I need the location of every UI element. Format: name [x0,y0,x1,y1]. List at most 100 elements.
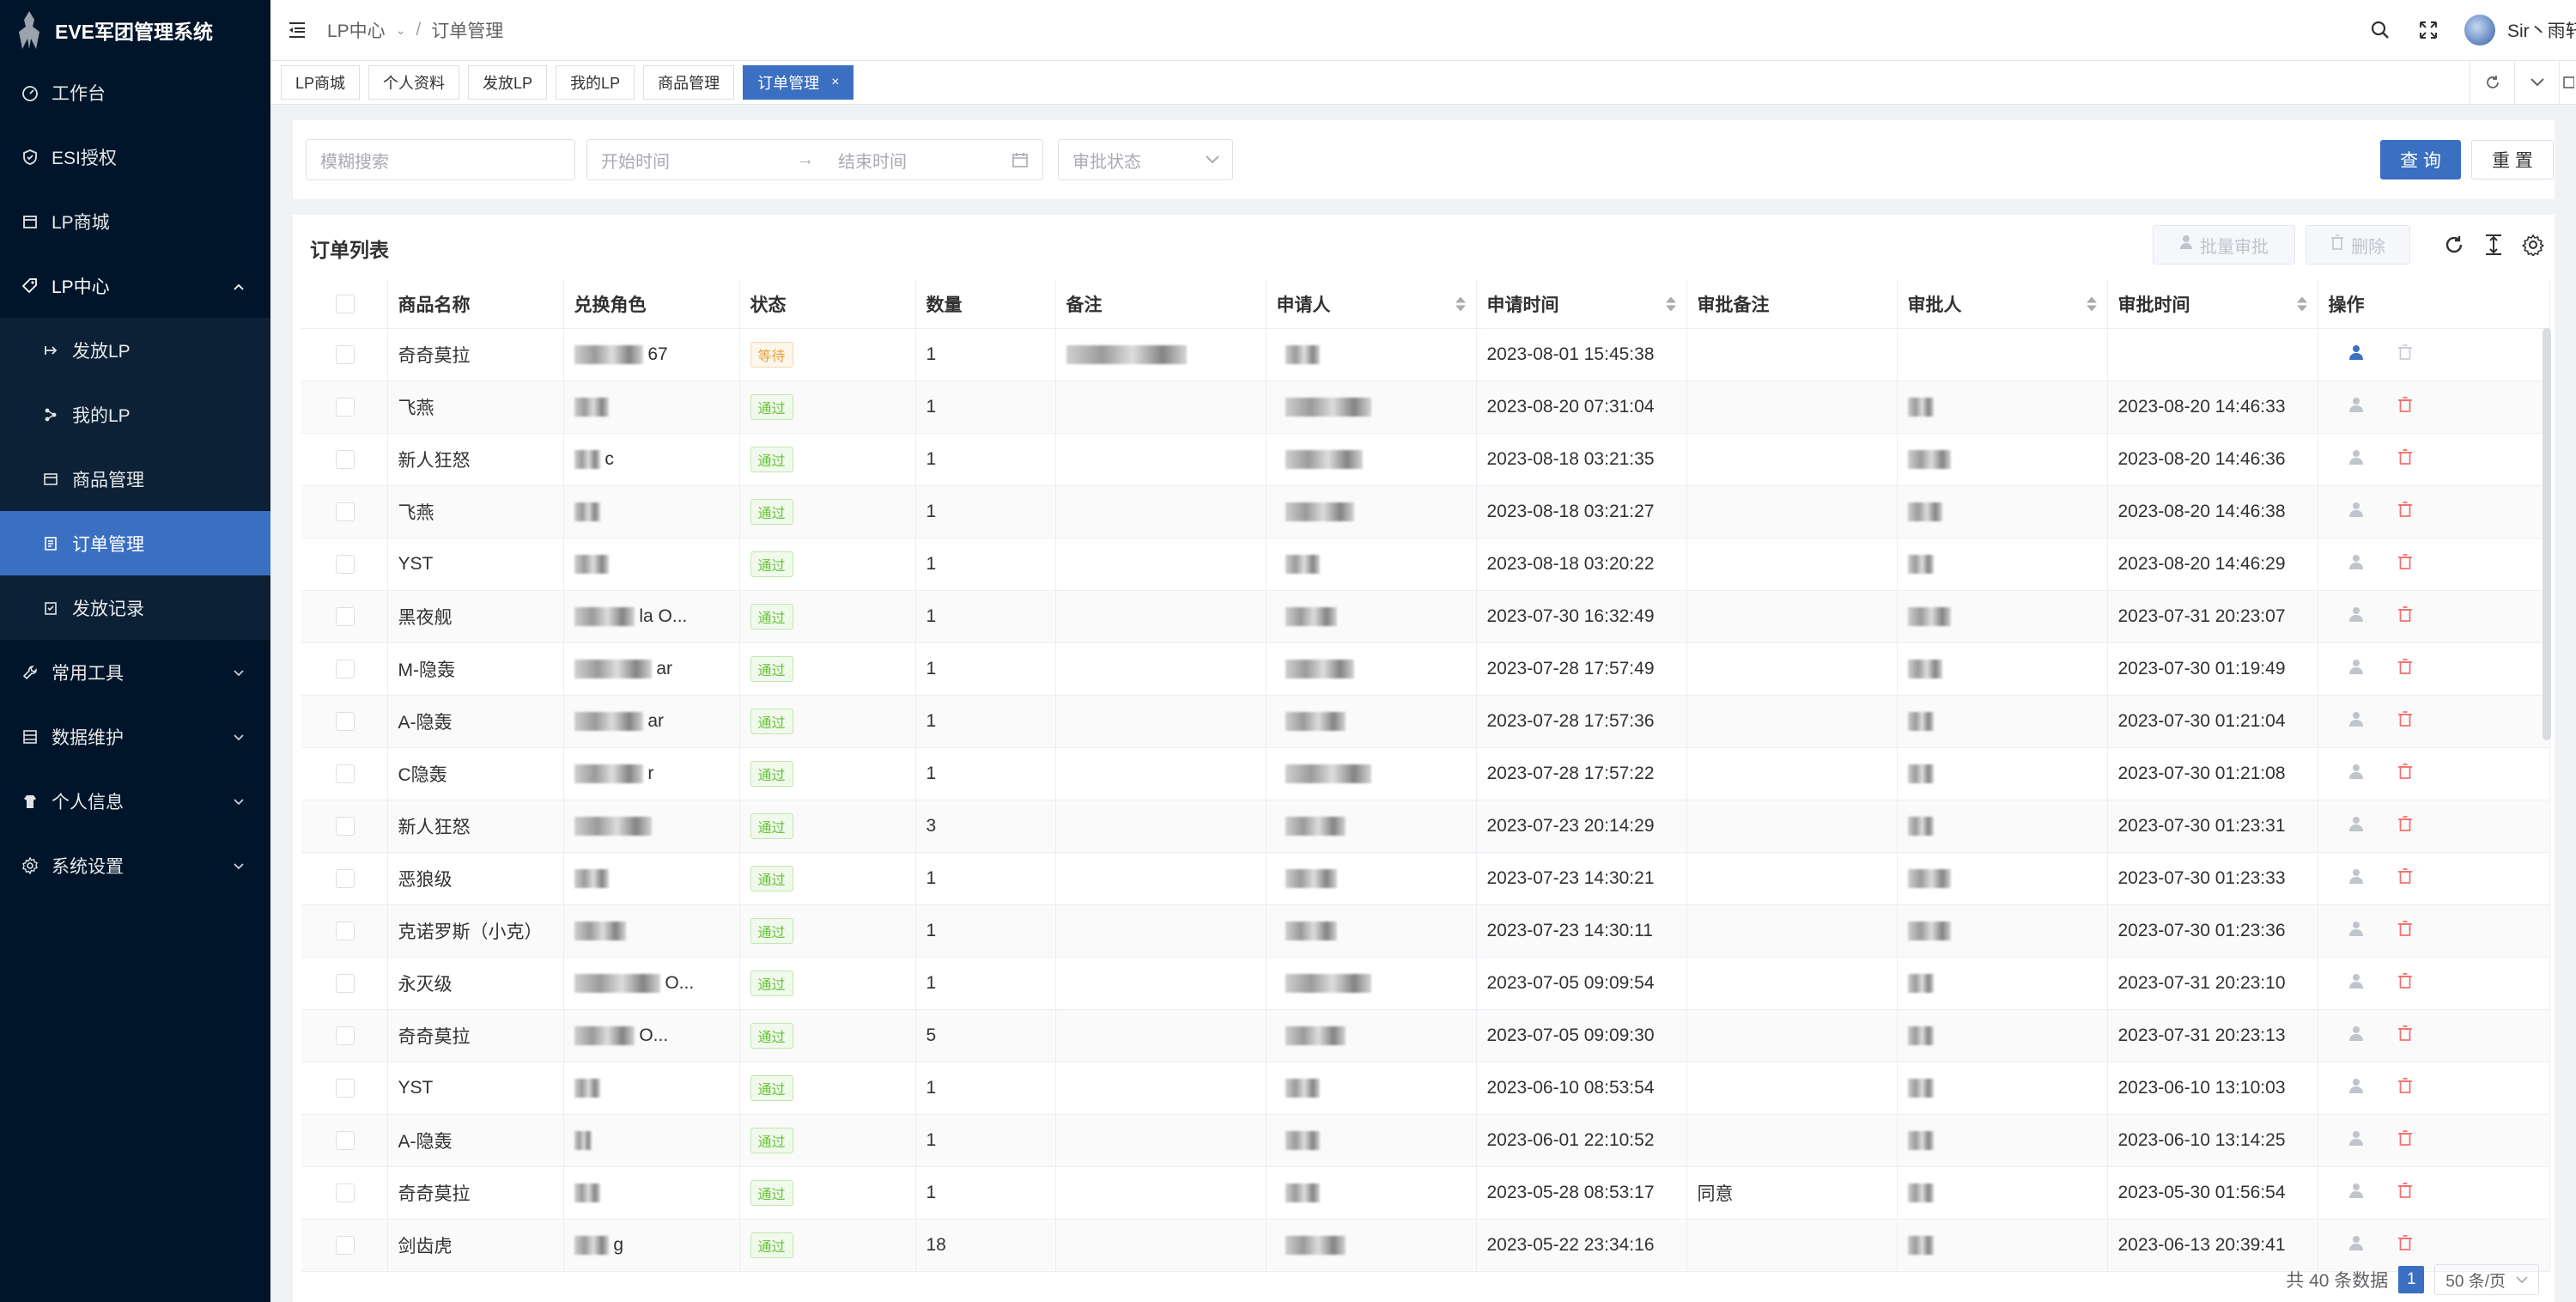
sort-icon[interactable] [1455,296,1466,312]
delete-trash-icon[interactable] [2397,920,2413,942]
delete-trash-icon[interactable] [2397,867,2413,890]
query-button[interactable]: 查 询 [2380,140,2461,179]
delete-trash-icon[interactable] [2397,1077,2413,1099]
date-range-picker[interactable]: 开始时间 → 结束时间 [586,139,1043,180]
approve-user-icon[interactable] [2348,710,2365,733]
approve-user-icon[interactable] [2348,1077,2365,1099]
sidebar-subitem-4[interactable]: 发放记录 [0,575,270,640]
delete-trash-icon[interactable] [2397,1129,2413,1152]
sidebar-item-2[interactable]: LP商城 [0,189,270,253]
row-select-cell[interactable] [301,380,388,434]
approve-user-icon[interactable] [2348,867,2365,890]
delete-trash-icon[interactable] [2397,1182,2413,1204]
row-checkbox[interactable] [336,816,355,836]
table-row[interactable]: M-隐轰 ar 通过 1 2023-07-28 17:57:49 2023-07-30 … [301,642,2550,696]
approve-user-icon[interactable] [2348,1234,2365,1256]
approve-user-icon[interactable] [2348,920,2365,942]
refresh-tab-icon[interactable] [2470,61,2514,104]
settings-icon[interactable] [2518,230,2548,259]
delete-trash-icon[interactable] [2397,448,2413,471]
page-number-current[interactable]: 1 [2398,1266,2425,1293]
row-checkbox[interactable] [336,711,355,731]
select-all-checkbox[interactable] [336,294,355,313]
row-checkbox[interactable] [336,1025,355,1045]
col-apply-time[interactable]: 申请时间 [1476,280,1687,329]
username[interactable]: Sir丶雨轩 [2507,17,2576,43]
col-applicant[interactable]: 申请人 [1266,280,1477,329]
sidebar-item-0[interactable]: 工作台 [0,60,270,125]
end-time-placeholder[interactable]: 结束时间 [838,148,1010,173]
delete-trash-icon[interactable] [2397,396,2413,418]
sidebar-item-bottom-0[interactable]: 常用工具 [0,640,270,704]
close-icon[interactable]: × [831,75,839,90]
row-select-cell[interactable] [301,485,388,538]
table-row[interactable]: 黑夜舰 la O... 通过 1 2023-07-30 16:32:49 2023-07… [301,590,2550,643]
row-checkbox[interactable] [336,868,355,888]
row-checkbox[interactable] [336,973,355,993]
table-row[interactable]: 奇奇莫拉 67 等待 1 2023-08-01 15:45:38 [301,328,2550,381]
tag-orders[interactable]: 订单管理 × [743,65,854,100]
sidebar-item-bottom-2[interactable]: 个人信息 [0,769,270,833]
approve-user-icon[interactable] [2348,658,2365,680]
select-all-cell[interactable] [301,280,388,329]
row-checkbox[interactable] [336,1078,355,1098]
sort-icon[interactable] [2086,296,2097,312]
table-row[interactable]: 新人狂怒 通过 3 2023-07-23 20:14:29 2023-07-30 01… [301,800,2550,853]
row-select-cell[interactable] [301,328,388,381]
row-checkbox[interactable] [336,1183,355,1202]
tag-lp-shop[interactable]: LP商城 [281,65,361,100]
row-checkbox[interactable] [336,449,355,469]
avatar[interactable] [2464,15,2495,46]
row-checkbox[interactable] [336,659,355,678]
batch-approve-button[interactable]: 批量审批 [2153,225,2295,265]
table-row[interactable]: 奇奇莫拉 O... 通过 5 2023-07-05 09:09:30 2023-07-3… [301,1009,2550,1062]
delete-trash-icon[interactable] [2397,763,2413,785]
approve-user-icon[interactable] [2348,815,2365,837]
app-logo[interactable]: EVE军团管理系统 [0,0,270,60]
column-height-icon[interactable] [2479,230,2508,259]
search-icon[interactable] [2368,18,2392,42]
table-row[interactable]: YST 通过 1 2023-06-10 08:53:54 2023-06-10 13:… [301,1062,2550,1115]
delete-trash-icon[interactable] [2397,815,2413,837]
row-select-cell[interactable] [301,1114,388,1167]
sidebar-subitem-0[interactable]: 发放LP [0,318,270,382]
layout-icon[interactable] [2559,61,2576,104]
row-checkbox[interactable] [336,397,355,417]
approve-user-icon[interactable] [2348,1025,2365,1047]
row-select-cell[interactable] [301,747,388,800]
approve-user-icon[interactable] [2348,763,2365,785]
start-time-placeholder[interactable]: 开始时间 [601,148,773,173]
table-row[interactable]: 飞燕 通过 1 2023-08-18 03:21:27 2023-08-20 14:4… [301,485,2550,538]
row-checkbox[interactable] [336,921,355,940]
refresh-icon[interactable] [2439,230,2469,259]
table-row[interactable]: 新人狂怒 c 通过 1 2023-08-18 03:21:35 2023-08-20 1… [301,433,2550,486]
sidebar-subitem-1[interactable]: 我的LP [0,382,270,447]
status-select[interactable]: 审批状态 [1058,139,1233,180]
sidebar-item-3[interactable]: LP中心 [0,253,270,318]
approve-user-icon[interactable] [2348,553,2365,575]
row-select-cell[interactable] [301,1219,388,1272]
row-select-cell[interactable] [301,904,388,958]
delete-trash-icon[interactable] [2397,344,2413,366]
sidebar-subitem-2[interactable]: 商品管理 [0,447,270,511]
approve-user-icon[interactable] [2348,605,2365,628]
row-select-cell[interactable] [301,1166,388,1220]
approve-user-icon[interactable] [2348,344,2365,366]
table-scrollbar[interactable] [2543,328,2551,740]
table-row[interactable]: 永灭级 O... 通过 1 2023-07-05 09:09:54 2023-07-31… [301,957,2550,1010]
sort-icon[interactable] [2296,296,2307,312]
reset-button[interactable]: 重 置 [2471,140,2554,179]
page-size-select[interactable]: 50 条/页 [2434,1264,2539,1295]
delete-trash-icon[interactable] [2397,1234,2413,1256]
row-select-cell[interactable] [301,695,388,748]
row-checkbox[interactable] [336,344,355,364]
row-select-cell[interactable] [301,1009,388,1062]
col-approver[interactable]: 审批人 [1897,280,2108,329]
table-row[interactable]: 恶狼级 通过 1 2023-07-23 14:30:21 2023-07-30 01:… [301,852,2550,905]
delete-trash-icon[interactable] [2397,553,2413,575]
tag-my-lp[interactable]: 我的LP [556,65,635,100]
sidebar-item-bottom-1[interactable]: 数据维护 [0,704,270,769]
row-checkbox[interactable] [336,606,355,626]
row-checkbox[interactable] [336,502,355,521]
row-select-cell[interactable] [301,1062,388,1115]
